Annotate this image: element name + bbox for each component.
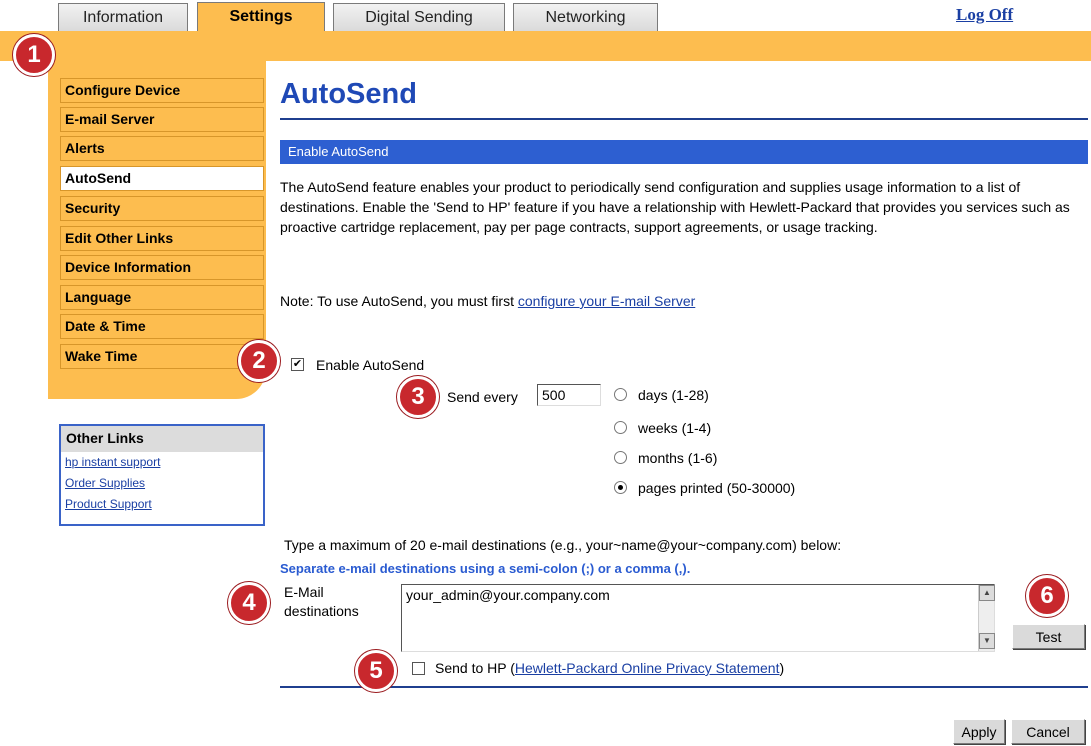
title-divider xyxy=(280,118,1088,120)
send-to-hp-label: Send to HP ( xyxy=(435,660,515,676)
max-destinations-text: Type a maximum of 20 e-mail destinations… xyxy=(284,537,842,553)
sidebar-item-language[interactable]: Language xyxy=(60,285,264,310)
radio-pages-printed[interactable] xyxy=(614,481,627,494)
tab-information[interactable]: Information xyxy=(58,3,188,32)
radio-weeks-label: weeks (1-4) xyxy=(638,420,712,436)
callout-4: 4 xyxy=(228,582,270,624)
log-off-link[interactable]: Log Off xyxy=(956,5,1013,25)
separator-hint: Separate e-mail destinations using a sem… xyxy=(280,561,691,576)
test-button[interactable]: Test xyxy=(1012,624,1085,649)
tab-digital-sending[interactable]: Digital Sending xyxy=(333,3,505,32)
note-text: Note: To use AutoSend, you must first xyxy=(280,293,518,309)
radio-months-label: months (1-6) xyxy=(638,450,718,466)
send-every-label: Send every xyxy=(447,389,518,405)
scroll-down-icon[interactable]: ▼ xyxy=(979,633,995,649)
send-to-hp-row: Send to HP (Hewlett-Packard Online Priva… xyxy=(435,660,784,676)
other-links-title: Other Links xyxy=(61,426,263,452)
sidebar-item-security[interactable]: Security xyxy=(60,196,264,221)
send-every-input[interactable] xyxy=(537,384,601,406)
email-label-line2: destinations xyxy=(284,603,359,619)
radio-weeks[interactable] xyxy=(614,421,627,434)
configure-email-server-link[interactable]: configure your E-mail Server xyxy=(518,293,695,309)
sidebar-item-device-information[interactable]: Device Information xyxy=(60,255,264,280)
tab-settings[interactable]: Settings xyxy=(197,2,325,32)
other-links-box: Other Links hp instant support Order Sup… xyxy=(59,424,265,526)
sidebar-item-autosend[interactable]: AutoSend xyxy=(60,166,264,191)
link-order-supplies[interactable]: Order Supplies xyxy=(61,473,263,494)
link-hp-instant-support[interactable]: hp instant support xyxy=(61,452,263,473)
tab-strip-bar xyxy=(0,31,1091,61)
privacy-statement-link[interactable]: Hewlett-Packard Online Privacy Statement xyxy=(515,660,780,676)
sidebar-item-edit-other-links[interactable]: Edit Other Links xyxy=(60,226,264,251)
sidebar-item-date-time[interactable]: Date & Time xyxy=(60,314,264,339)
radio-months[interactable] xyxy=(614,451,627,464)
callout-2: 2 xyxy=(238,340,280,382)
callout-6: 6 xyxy=(1026,575,1068,617)
enable-autosend-checkbox[interactable]: ✔ xyxy=(291,358,304,371)
email-server-note: Note: To use AutoSend, you must first co… xyxy=(280,293,695,309)
section-header: Enable AutoSend xyxy=(280,140,1088,164)
email-destinations-value: your_admin@your.company.com xyxy=(406,587,610,603)
sidebar-item-email-server[interactable]: E-mail Server xyxy=(60,107,264,132)
enable-autosend-label: Enable AutoSend xyxy=(316,357,425,373)
email-destinations-textarea[interactable]: your_admin@your.company.com xyxy=(401,584,995,652)
link-product-support[interactable]: Product Support xyxy=(61,494,263,515)
scroll-up-icon[interactable]: ▲ xyxy=(979,585,995,601)
cancel-button[interactable]: Cancel xyxy=(1011,719,1085,744)
radio-days-label: days (1-28) xyxy=(638,387,709,403)
send-to-hp-checkbox[interactable] xyxy=(412,662,425,675)
sidebar-item-alerts[interactable]: Alerts xyxy=(60,136,264,161)
bottom-divider xyxy=(280,686,1088,688)
callout-1: 1 xyxy=(13,34,55,76)
apply-button[interactable]: Apply xyxy=(953,719,1005,744)
email-scrollbar[interactable]: ▲ ▼ xyxy=(978,585,995,651)
send-to-hp-close-paren: ) xyxy=(779,660,785,676)
sidebar-item-configure-device[interactable]: Configure Device xyxy=(60,78,264,103)
autosend-description: The AutoSend feature enables your produc… xyxy=(280,179,1070,235)
tab-networking[interactable]: Networking xyxy=(513,3,658,32)
radio-days[interactable] xyxy=(614,388,627,401)
callout-3: 3 xyxy=(397,376,439,418)
email-label-line1: E-Mail xyxy=(284,584,324,600)
sidebar-item-wake-time[interactable]: Wake Time xyxy=(60,344,264,369)
page-title: AutoSend xyxy=(280,78,417,110)
callout-5: 5 xyxy=(355,650,397,692)
radio-pages-printed-label: pages printed (50-30000) xyxy=(638,480,796,496)
